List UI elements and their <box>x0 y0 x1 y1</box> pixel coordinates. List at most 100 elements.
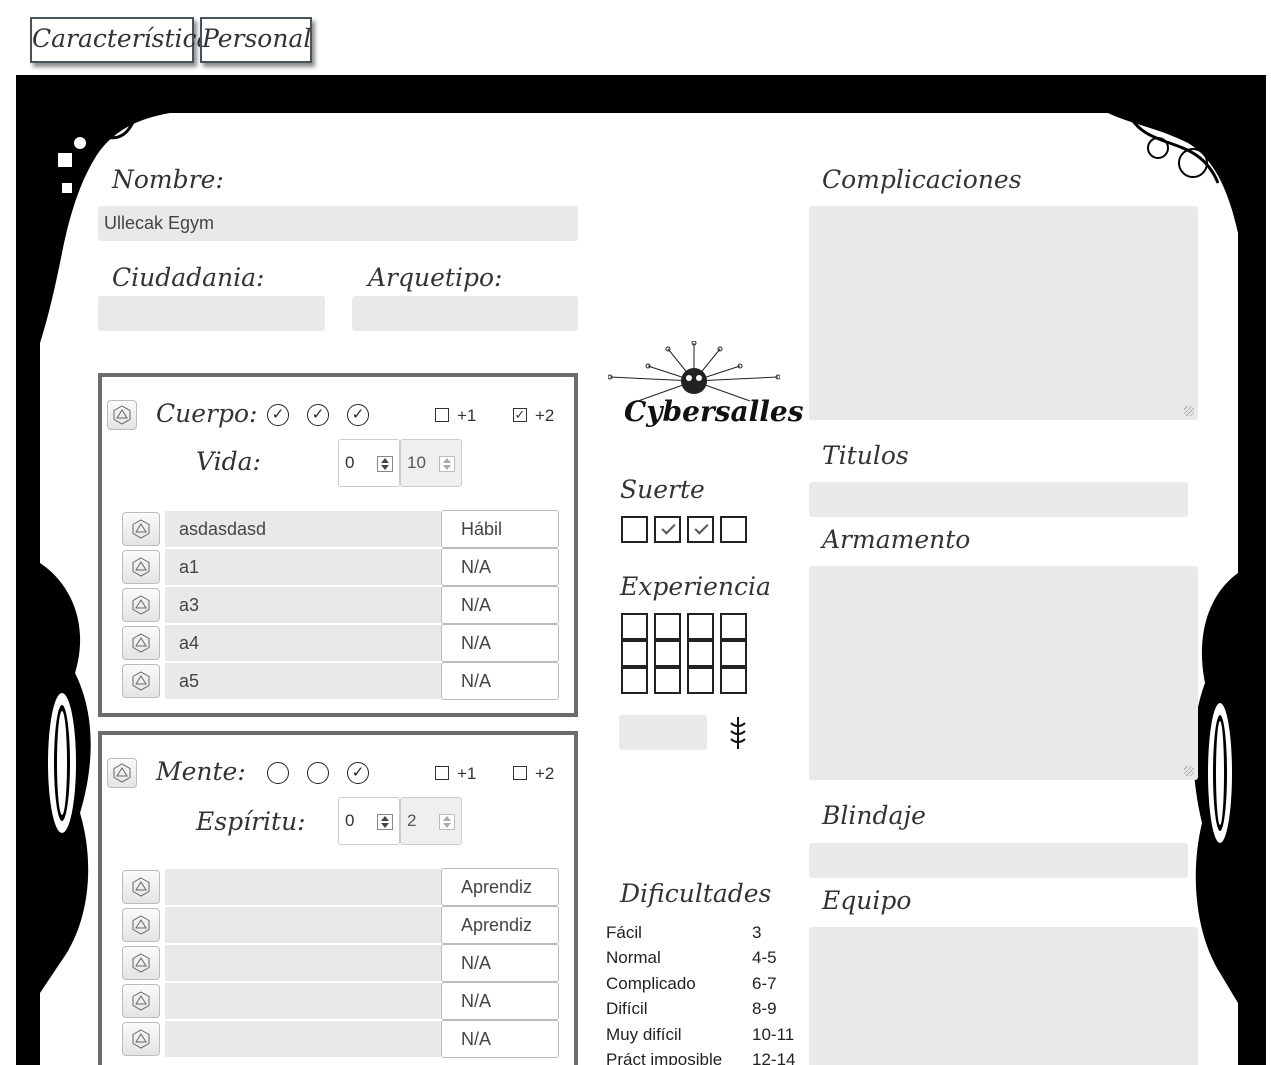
experiencia-input[interactable] <box>619 715 707 750</box>
d20-icon <box>132 1029 150 1049</box>
cuerpo-skill-name-input[interactable]: a4 <box>165 625 441 661</box>
mente-roll-button[interactable] <box>107 758 137 788</box>
experiencia-box[interactable] <box>621 613 648 640</box>
cuerpo-skill-roll-button[interactable] <box>122 626 160 660</box>
mente-skill-level-select[interactable]: Aprendiz <box>441 868 559 906</box>
suerte-box[interactable] <box>687 516 714 543</box>
cuerpo-mark-3[interactable]: ✓ <box>347 404 369 426</box>
cuerpo-skill-name-input[interactable]: asdasdasd <box>165 511 441 547</box>
mente-skill-level-select[interactable]: Aprendiz <box>441 906 559 944</box>
cuerpo-skill-level-select[interactable]: N/A <box>441 662 559 700</box>
mente-bonus1-label: +1 <box>457 764 477 783</box>
mente-skill-level-select[interactable]: N/A <box>441 982 559 1020</box>
cuerpo-bonus1-checkbox[interactable] <box>435 408 449 422</box>
d20-icon <box>132 991 150 1011</box>
mente-skill-name-input[interactable] <box>165 1021 441 1057</box>
complicaciones-textarea[interactable] <box>809 206 1198 420</box>
character-sheet-frame: Nombre: Ciudadania: Arquetipo: Cuerpo: ✓… <box>16 75 1266 1065</box>
experiencia-box[interactable] <box>720 640 747 667</box>
mente-skill-name-input[interactable] <box>165 907 441 943</box>
ciudadania-input[interactable] <box>98 296 325 331</box>
d20-icon <box>113 405 131 425</box>
armamento-textarea[interactable] <box>809 566 1198 780</box>
espiritu-current-value: 0 <box>345 811 355 830</box>
cuerpo-skill-level-select[interactable]: N/A <box>441 586 559 624</box>
mente-mark-1[interactable] <box>267 762 289 784</box>
character-sheet: Nombre: Ciudadania: Arquetipo: Cuerpo: ✓… <box>40 113 1238 1065</box>
resize-grip-icon[interactable] <box>1184 406 1194 416</box>
d20-icon <box>132 557 150 577</box>
mente-skill-name-input[interactable] <box>165 869 441 905</box>
mente-skill-roll-button[interactable] <box>122 908 160 942</box>
stepper-arrows-icon <box>439 814 455 830</box>
d20-icon <box>113 763 131 783</box>
cuerpo-skill-level-select[interactable]: N/A <box>441 548 559 586</box>
blindaje-input[interactable] <box>809 843 1188 878</box>
titulos-input[interactable] <box>809 482 1188 517</box>
cuerpo-mark-2[interactable]: ✓ <box>307 404 329 426</box>
suerte-box[interactable] <box>720 516 747 543</box>
vida-current-stepper[interactable]: 0 <box>338 439 400 487</box>
stepper-arrows-icon[interactable] <box>377 456 393 472</box>
mente-mark-3[interactable]: ✓ <box>347 762 369 784</box>
nombre-input[interactable] <box>98 206 578 241</box>
mente-skill-roll-button[interactable] <box>122 984 160 1018</box>
dificultad-value: 10-11 <box>752 1024 795 1044</box>
experiencia-box[interactable] <box>654 667 681 694</box>
dificultad-name: Muy difícil <box>606 1024 682 1044</box>
suerte-box[interactable] <box>654 516 681 543</box>
experiencia-box[interactable] <box>687 667 714 694</box>
mente-bonus2-label: +2 <box>535 764 555 783</box>
mente-skill-level-select[interactable]: N/A <box>441 944 559 982</box>
experiencia-box[interactable] <box>654 613 681 640</box>
cuerpo-skill-roll-button[interactable] <box>122 512 160 546</box>
cuerpo-skill-level-select[interactable]: Hábil <box>441 510 559 548</box>
dificultad-name: Práct imposible <box>606 1050 723 1065</box>
tab-personal[interactable]: Personal <box>200 17 312 63</box>
mente-skill-roll-button[interactable] <box>122 870 160 904</box>
mente-skill-roll-button[interactable] <box>122 946 160 980</box>
resize-grip-icon[interactable] <box>1184 766 1194 776</box>
mente-skill-name-input[interactable] <box>165 945 441 981</box>
cuerpo-mark-1[interactable]: ✓ <box>267 404 289 426</box>
cuerpo-skill-roll-button[interactable] <box>122 664 160 698</box>
stepper-arrows-icon[interactable] <box>377 814 393 830</box>
cuerpo-skill-level-select[interactable]: N/A <box>441 624 559 662</box>
experiencia-box[interactable] <box>621 640 648 667</box>
espiritu-current-stepper[interactable]: 0 <box>338 797 400 845</box>
equipo-textarea[interactable] <box>809 927 1198 1065</box>
espiritu-max-stepper: 2 <box>400 797 462 845</box>
cuerpo-bonus2-checkbox[interactable]: ✓ <box>513 408 527 422</box>
mente-skill-name-input[interactable] <box>165 983 441 1019</box>
cuerpo-skill-roll-button[interactable] <box>122 550 160 584</box>
experiencia-box[interactable] <box>720 667 747 694</box>
experiencia-box[interactable] <box>654 640 681 667</box>
tab-caracteristicas[interactable]: Características <box>30 17 224 63</box>
cuerpo-skill-name-input[interactable]: a5 <box>165 663 441 699</box>
mente-bonus1-checkbox[interactable] <box>435 766 449 780</box>
d20-icon <box>132 877 150 897</box>
mente-skill-roll-button[interactable] <box>122 1022 160 1056</box>
arquetipo-input[interactable] <box>352 296 578 331</box>
experiencia-box[interactable] <box>687 613 714 640</box>
titulos-label: Titulos <box>822 441 909 470</box>
mente-skill-level-select[interactable]: N/A <box>441 1020 559 1058</box>
d20-icon <box>132 671 150 691</box>
experiencia-box[interactable] <box>621 667 648 694</box>
espiritu-max-value: 2 <box>407 811 417 830</box>
mente-bonus2-checkbox[interactable] <box>513 766 527 780</box>
experiencia-box[interactable] <box>687 640 714 667</box>
mente-mark-2[interactable] <box>307 762 329 784</box>
cuerpo-skill-roll-button[interactable] <box>122 588 160 622</box>
cuerpo-skill-name-input[interactable]: a1 <box>165 549 441 585</box>
cuerpo-skill-name-input[interactable]: a3 <box>165 587 441 623</box>
dna-icon[interactable] <box>727 717 749 749</box>
experiencia-box[interactable] <box>720 613 747 640</box>
stepper-arrows-icon <box>439 456 455 472</box>
dificultad-name: Complicado <box>606 973 696 993</box>
dificultad-value: 12-14 <box>752 1050 796 1065</box>
d20-icon <box>132 633 150 653</box>
cuerpo-roll-button[interactable] <box>107 400 137 430</box>
dificultad-name: Difícil <box>606 999 648 1019</box>
suerte-box[interactable] <box>621 516 648 543</box>
